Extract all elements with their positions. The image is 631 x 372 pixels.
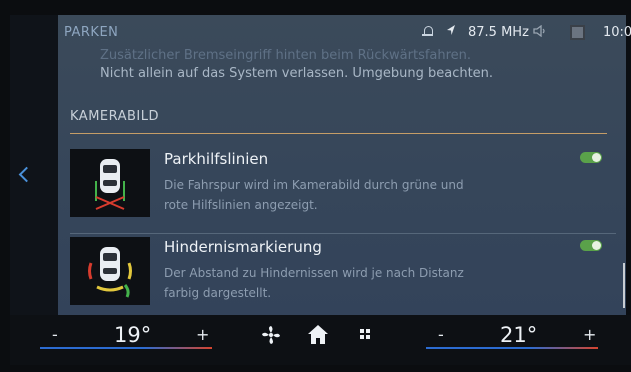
right-temperature: 21°	[500, 323, 538, 347]
scrollbar[interactable]	[623, 263, 625, 308]
fan-icon[interactable]	[261, 325, 281, 345]
parking-lines-thumbnail-icon	[70, 149, 150, 217]
section-divider	[70, 133, 607, 134]
climate-bar: - 19° + - 21° +	[10, 315, 631, 365]
description-line-1: Die Fahrspur wird im Kamerabild durch gr…	[164, 178, 464, 192]
setting-title: Parkhilfslinien	[164, 150, 269, 168]
left-temp-gauge	[40, 347, 212, 349]
description-line-1: Der Abstand zu Hindernissen wird je nach…	[164, 266, 464, 280]
setting-row-hindernismarkierung[interactable]: Hindernismarkierung Der Abstand zu Hinde…	[70, 237, 616, 317]
speaker-icon[interactable]	[533, 25, 547, 37]
navigation-arrow-icon	[447, 25, 455, 35]
apps-grid-icon[interactable]	[360, 329, 371, 340]
description-line-2: farbig dargestellt.	[164, 286, 272, 300]
phone-box-icon[interactable]	[570, 25, 585, 40]
left-nav-strip	[10, 15, 58, 315]
row-divider	[70, 233, 616, 234]
bell-icon[interactable]	[422, 26, 433, 36]
right-edge	[626, 15, 631, 315]
section-label: KAMERABILD	[70, 109, 160, 124]
setting-description: Der Abstand zu Hindernissen wird je nach…	[164, 263, 464, 303]
description-line-2: rote Hilfslinien angezeigt.	[164, 198, 318, 212]
obstacle-marking-thumbnail-icon	[70, 237, 150, 305]
setting-title: Hindernismarkierung	[164, 238, 322, 256]
right-temp-gauge	[426, 347, 598, 349]
right-temp-decrease-button[interactable]: -	[438, 325, 444, 344]
right-temp-increase-button[interactable]: +	[583, 325, 596, 344]
clock: 10:0	[603, 25, 631, 40]
setting-description: Die Fahrspur wird im Kamerabild durch gr…	[164, 175, 464, 215]
left-temperature: 19°	[114, 323, 152, 347]
setting-row-parkhilfslinien[interactable]: Parkhilfslinien Die Fahrspur wird im Kam…	[70, 149, 616, 229]
left-temp-increase-button[interactable]: +	[196, 325, 209, 344]
parkhilfslinien-toggle[interactable]	[580, 152, 602, 163]
left-temp-decrease-button[interactable]: -	[52, 325, 58, 344]
intro-line-2: Nicht allein auf das System verlassen. U…	[100, 66, 494, 81]
intro-line-1: Zusätzlicher Bremseingriff hinten beim R…	[100, 48, 472, 63]
page-title: PARKEN	[64, 25, 119, 40]
intro-text: Zusätzlicher Bremseingriff hinten beim R…	[100, 47, 493, 83]
radio-frequency: 87.5 MHz	[468, 25, 529, 40]
home-icon[interactable]	[307, 323, 329, 345]
hindernismarkierung-toggle[interactable]	[580, 240, 602, 251]
infotainment-screen: PARKEN 87.5 MHz 10:0 Zusätzlicher Bremse…	[10, 15, 631, 365]
back-arrow-icon[interactable]	[18, 166, 35, 183]
status-bar: PARKEN 87.5 MHz 10:0	[10, 15, 631, 45]
